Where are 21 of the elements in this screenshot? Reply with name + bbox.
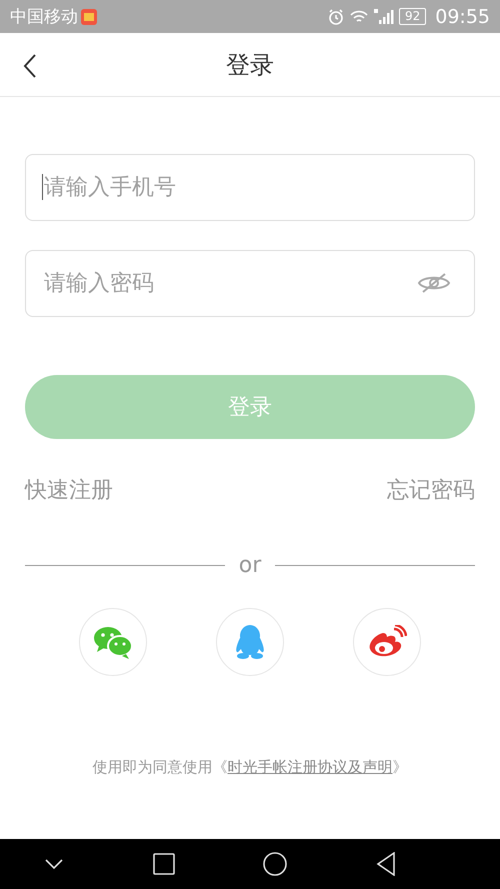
phone-field[interactable]: 请输入手机号 xyxy=(25,154,475,221)
back-icon[interactable] xyxy=(22,53,38,79)
carrier-name: 中国移动 xyxy=(10,6,78,28)
alarm-icon xyxy=(328,8,344,24)
divider-label: or xyxy=(238,553,262,578)
battery-level: 92 xyxy=(398,8,426,25)
wifi-icon xyxy=(348,8,369,24)
home-icon[interactable] xyxy=(263,852,288,876)
collapse-icon[interactable] xyxy=(44,858,64,870)
page-title: 登录 xyxy=(226,50,274,80)
register-link[interactable]: 快速注册 xyxy=(25,475,113,505)
agreement-text: 使用即为同意使用《时光手帐注册协议及声明》 xyxy=(92,758,408,777)
password-field[interactable]: 请输入密码 xyxy=(25,250,475,317)
triangle-back-icon[interactable] xyxy=(376,852,396,876)
app-notification-icon xyxy=(81,8,97,24)
signal-icon xyxy=(374,8,394,24)
swirl-icon[interactable] xyxy=(366,625,407,659)
forgot-password-link[interactable]: 忘记密码 xyxy=(387,475,475,505)
square-icon[interactable] xyxy=(152,853,175,875)
status-time: 09:55 xyxy=(435,6,490,28)
agreement-link[interactable]: 时光手帐注册协议及声明 xyxy=(228,758,392,776)
